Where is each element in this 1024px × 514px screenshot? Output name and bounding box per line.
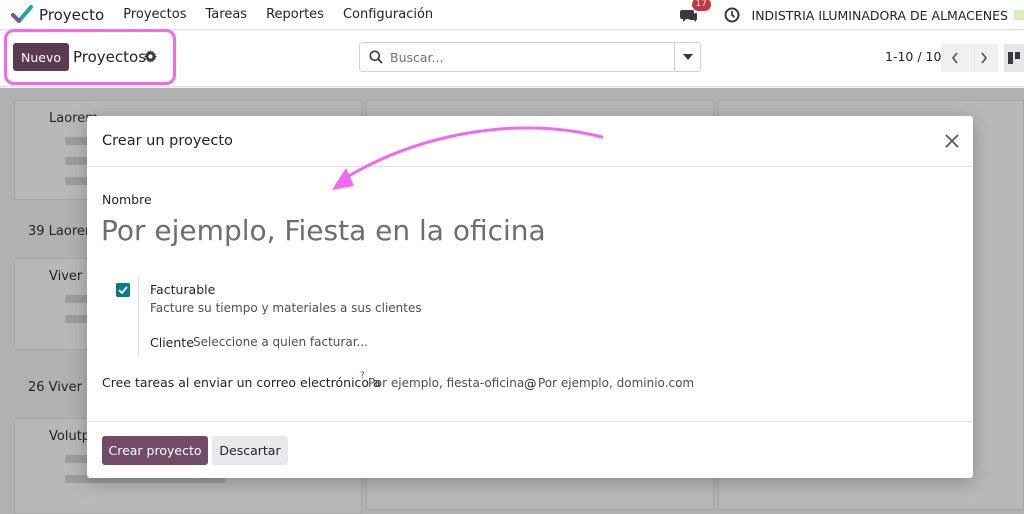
search-input[interactable]: Buscar...: [390, 50, 674, 65]
chat-counter-badge: 17: [691, 0, 711, 11]
email-alias-label: Cree tareas al enviar un correo electrón…: [102, 375, 381, 390]
dialog-footer: Crear proyecto Descartar: [87, 421, 973, 478]
chevron-right-icon: [981, 52, 988, 64]
app-name[interactable]: Proyecto: [39, 6, 104, 24]
breadcrumb: Proyectos: [73, 48, 147, 66]
search-bar[interactable]: Buscar...: [359, 42, 701, 72]
project-name-label: Nombre: [102, 192, 152, 207]
search-icon: [369, 50, 383, 64]
email-domain-input[interactable]: Por ejemplo, dominio.com: [538, 376, 694, 390]
new-button[interactable]: Nuevo: [13, 43, 69, 71]
kanban-icon: [1008, 52, 1020, 64]
billable-divider: [138, 277, 139, 357]
search-options-toggle[interactable]: [674, 43, 700, 71]
company-avatar[interactable]: [1014, 10, 1024, 20]
client-label: Cliente: [150, 335, 194, 350]
close-icon[interactable]: [943, 132, 961, 150]
dialog-title: Crear un proyecto: [102, 133, 233, 149]
activity-clock-icon[interactable]: [724, 7, 740, 23]
billable-label[interactable]: Facturable: [150, 282, 215, 297]
create-project-button[interactable]: Crear proyecto: [102, 436, 208, 465]
chat-button[interactable]: 17: [679, 0, 711, 26]
kanban-view-button[interactable]: [1004, 44, 1024, 72]
menu-tasks[interactable]: Tareas: [206, 7, 248, 22]
pager-value[interactable]: 1-10 / 10: [885, 49, 941, 64]
help-tooltip-icon[interactable]: ?: [360, 371, 365, 381]
at-sign: @: [524, 376, 537, 391]
gear-icon[interactable]: [144, 50, 157, 63]
menu-projects[interactable]: Proyectos: [123, 7, 186, 22]
checkmark-icon: [118, 286, 128, 294]
top-navbar: Proyecto Proyectos Tareas Reportes Confi…: [0, 0, 1024, 30]
client-input[interactable]: Seleccione a quien facturar...: [193, 335, 368, 349]
chevron-left-icon: [951, 52, 958, 64]
discard-button[interactable]: Descartar: [212, 436, 288, 465]
email-alias-input[interactable]: Por ejemplo, fiesta-oficina: [368, 376, 524, 390]
billable-checkbox[interactable]: [116, 283, 130, 297]
project-name-input[interactable]: [101, 210, 801, 250]
project-app-logo-icon[interactable]: [11, 4, 33, 26]
create-project-dialog: Crear un proyecto Nombre Facturable Fact…: [87, 116, 973, 478]
dialog-header: Crear un proyecto: [87, 116, 973, 167]
menu-reports[interactable]: Reportes: [266, 7, 324, 22]
company-switcher[interactable]: INDISTRIA ILUMINADORA DE ALMACENES: [752, 8, 1008, 23]
menu-configuration[interactable]: Configuración: [343, 7, 433, 22]
pager-previous-button[interactable]: [941, 44, 969, 72]
billable-description: Facture su tiempo y materiales a sus cli…: [150, 301, 422, 315]
pager-next-button[interactable]: [970, 44, 998, 72]
caret-down-icon: [682, 54, 693, 60]
